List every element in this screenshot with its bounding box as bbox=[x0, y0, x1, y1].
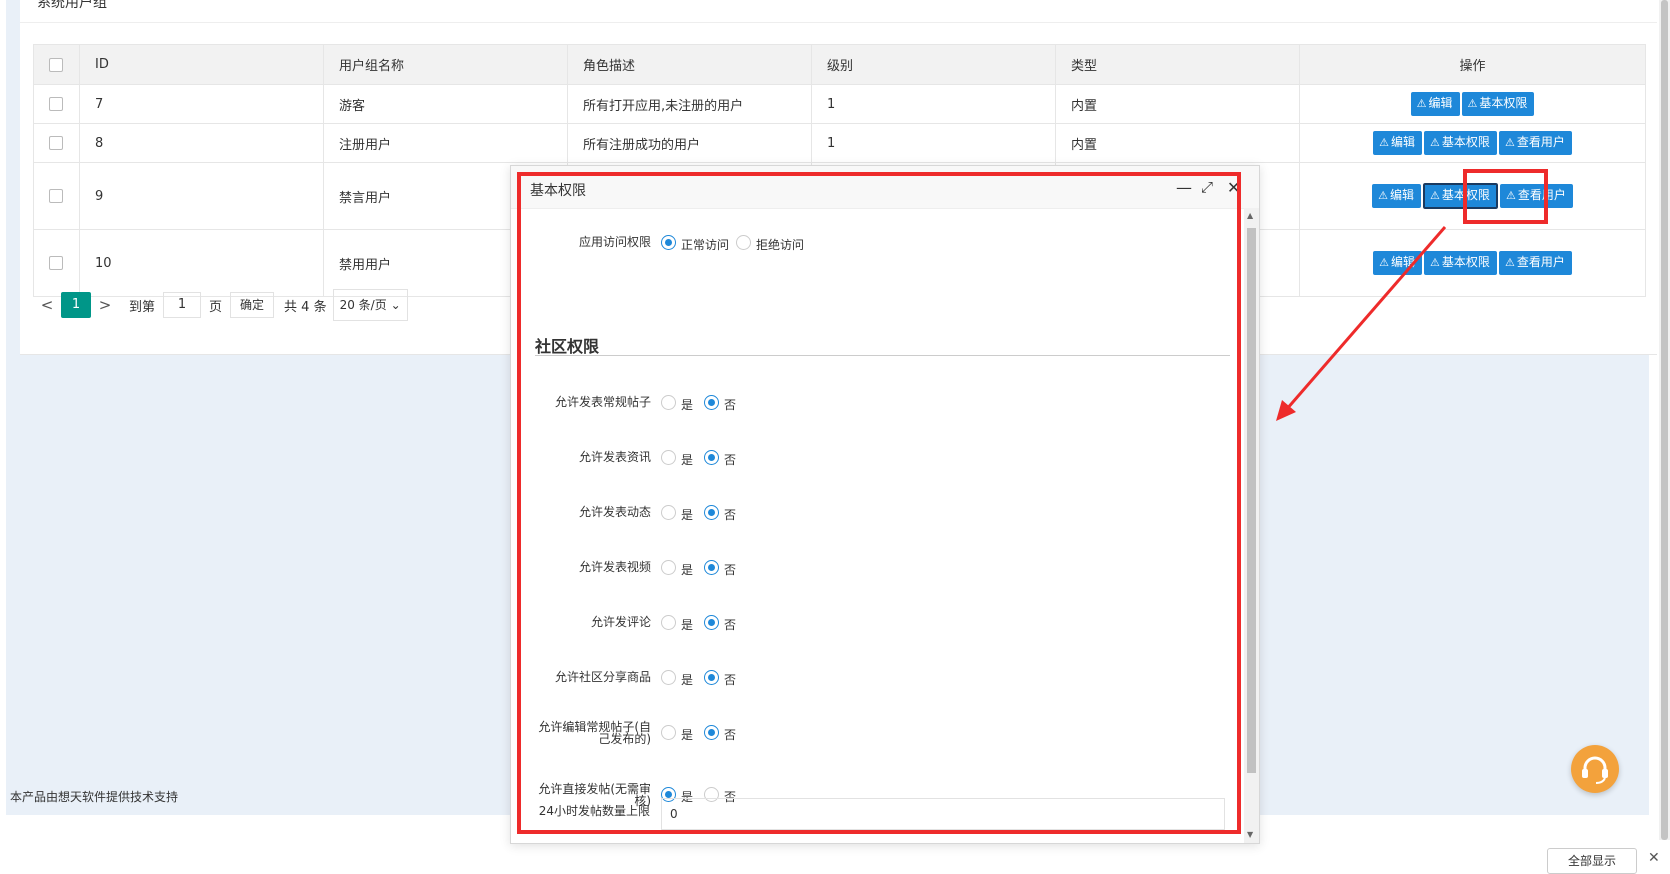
annotation-arrow bbox=[1276, 226, 1447, 421]
